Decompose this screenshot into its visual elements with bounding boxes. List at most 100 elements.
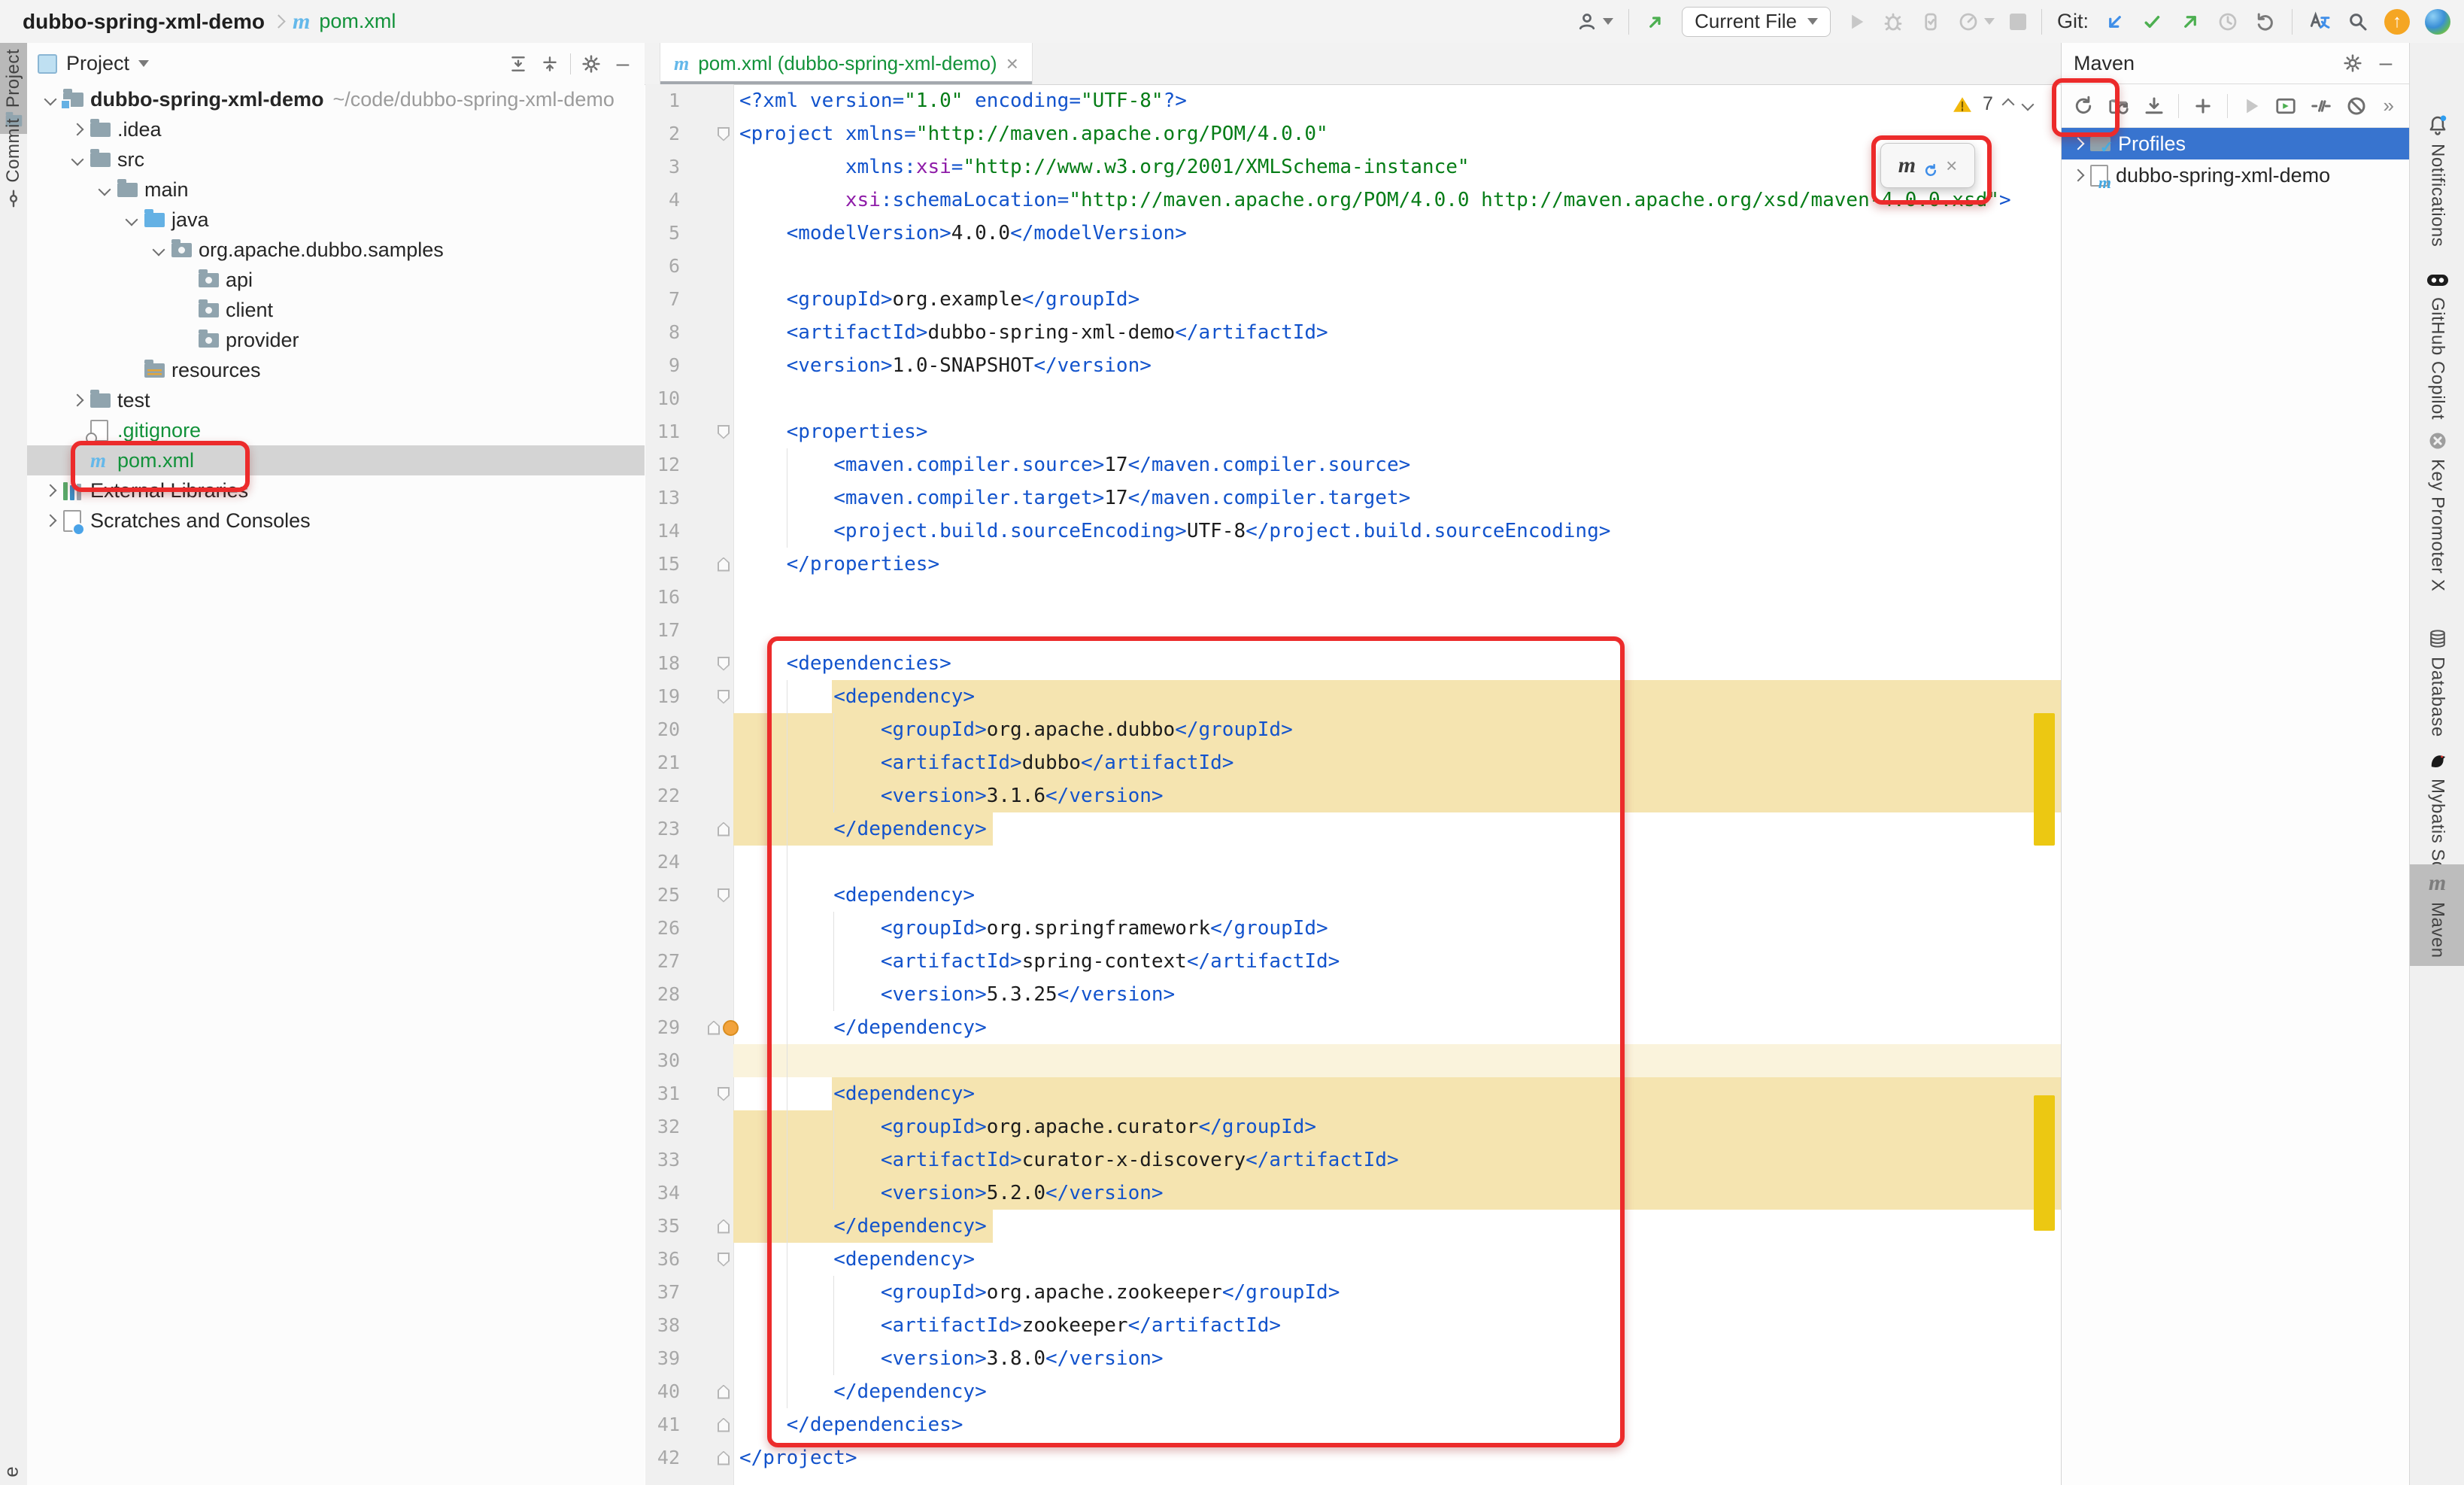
ide-sphere-icon[interactable] <box>2425 9 2450 35</box>
tree-chevron-icon[interactable] <box>68 125 87 134</box>
warning-triangle-icon[interactable] <box>1953 96 1972 114</box>
code-line-4[interactable]: 4 xsi:schemaLocation="http://maven.apach… <box>645 184 2061 217</box>
fold-end-marker-icon[interactable] <box>718 1418 730 1432</box>
tree-chevron-icon[interactable] <box>2072 138 2085 150</box>
run-configuration-select[interactable]: Current File <box>1682 7 1831 37</box>
run-button[interactable] <box>1846 11 1867 32</box>
tree-chevron-icon[interactable] <box>68 155 87 164</box>
tree-chevron-icon[interactable] <box>41 516 60 525</box>
code-line-11[interactable]: 11 <properties> <box>645 415 2061 448</box>
code-line-7[interactable]: 7 <groupId>org.example</groupId> <box>645 283 2061 316</box>
code-line-14[interactable]: 14 <project.build.sourceEncoding>UTF-8</… <box>645 515 2061 548</box>
scrollbar-change-marker[interactable] <box>2034 1095 2055 1231</box>
intention-bulb-icon[interactable] <box>723 1020 739 1036</box>
profiler-button[interactable] <box>1957 11 1995 33</box>
collapse-all-button[interactable] <box>539 53 561 75</box>
tree-item-client[interactable]: client <box>27 295 645 325</box>
tree-item-resources[interactable]: resources <box>27 355 645 385</box>
tree-item-dubbo-spring-xml-demo[interactable]: dubbo-spring-xml-demo~/code/dubbo-spring… <box>27 84 645 114</box>
project-panel-title[interactable]: Project <box>66 52 129 75</box>
build-project-button[interactable] <box>1644 11 1667 33</box>
next-warning-icon[interactable] <box>2021 98 2034 111</box>
warning-count[interactable]: 7 <box>1983 93 1993 115</box>
tree-item-java[interactable]: java <box>27 205 645 235</box>
translate-icon[interactable] <box>2308 10 2332 34</box>
fold-marker-icon[interactable] <box>718 690 730 704</box>
fold-marker-icon[interactable] <box>718 1253 730 1267</box>
fold-marker-icon[interactable] <box>718 425 730 439</box>
update-notification-icon[interactable]: ↑ <box>2384 9 2410 35</box>
stripe-button-key-promoter-x[interactable]: Key Promoter X <box>2410 423 2464 599</box>
code-line-2[interactable]: 2<project xmlns="http://maven.apache.org… <box>645 117 2061 150</box>
git-commit-button[interactable] <box>2141 11 2164 33</box>
stripe-button-notifications[interactable]: Notifications <box>2410 106 2464 254</box>
fold-end-marker-icon[interactable] <box>718 822 730 837</box>
tree-chevron-icon[interactable] <box>122 215 141 224</box>
breadcrumb-project[interactable]: dubbo-spring-xml-demo <box>23 10 265 34</box>
fold-end-marker-icon[interactable] <box>718 1219 730 1234</box>
fold-end-marker-icon[interactable] <box>718 1385 730 1399</box>
code-line-5[interactable]: 5 <modelVersion>4.0.0</modelVersion> <box>645 217 2061 250</box>
code-line-3[interactable]: 3 xmlns:xsi="http://www.w3.org/2001/XMLS… <box>645 150 2061 184</box>
tree-chevron-icon[interactable] <box>41 486 60 495</box>
maven-more-actions[interactable]: » <box>2384 94 2394 117</box>
maven-offline-mode-button[interactable] <box>2345 95 2368 117</box>
code-line-6[interactable]: 6 <box>645 250 2061 283</box>
stripe-button-github-copilot[interactable]: GitHub Copilot <box>2410 263 2464 427</box>
tree-item-scratches-and-consoles[interactable]: Scratches and Consoles <box>27 506 645 536</box>
maven-download-sources-button[interactable] <box>2143 95 2165 117</box>
run-coverage-button[interactable] <box>1919 11 1942 33</box>
stripe-button-mybatis-sql[interactable]: Mybatis Sql <box>2410 742 2464 884</box>
user-account-button[interactable] <box>1576 11 1613 33</box>
code-line-9[interactable]: 9 <version>1.0-SNAPSHOT</version> <box>645 349 2061 382</box>
project-view-caret-icon[interactable] <box>138 60 149 67</box>
git-history-button[interactable] <box>2217 11 2239 33</box>
fold-end-marker-icon[interactable] <box>718 557 730 572</box>
git-rollback-button[interactable] <box>2254 11 2277 33</box>
prev-warning-icon[interactable] <box>2001 98 2014 111</box>
code-line-13[interactable]: 13 <maven.compiler.target>17</maven.comp… <box>645 481 2061 515</box>
hide-panel-button[interactable]: – <box>611 53 634 75</box>
maven-execute-goal-button[interactable] <box>2274 95 2297 117</box>
scrollbar-change-marker[interactable] <box>2034 713 2055 846</box>
tree-item-main[interactable]: main <box>27 175 645 205</box>
stripe-button-maven[interactable]: mMaven <box>2410 864 2464 966</box>
git-update-button[interactable] <box>2104 11 2126 33</box>
search-everywhere-icon[interactable] <box>2347 11 2369 33</box>
code-line-12[interactable]: 12 <maven.compiler.source>17</maven.comp… <box>645 448 2061 481</box>
fold-marker-icon[interactable] <box>718 1087 730 1101</box>
expand-all-button[interactable] <box>507 53 530 75</box>
breadcrumb[interactable]: dubbo-spring-xml-demo m pom.xml <box>23 10 396 34</box>
project-settings-gear-icon[interactable] <box>580 53 602 75</box>
tree-chevron-icon[interactable] <box>41 95 60 104</box>
code-line-8[interactable]: 8 <artifactId>dubbo-spring-xml-demo</art… <box>645 316 2061 349</box>
tree-item-org-apache-dubbo-samples[interactable]: org.apache.dubbo.samples <box>27 235 645 265</box>
maven-item-dubbo-spring-xml-demo[interactable]: dubbo-spring-xml-demo <box>2062 159 2409 191</box>
stripe-button-database[interactable]: Database <box>2410 621 2464 745</box>
tree-chevron-icon[interactable] <box>95 185 114 194</box>
tree-item-provider[interactable]: provider <box>27 325 645 355</box>
tree-item--idea[interactable]: .idea <box>27 114 645 144</box>
fold-end-marker-icon[interactable] <box>708 1021 720 1035</box>
fold-marker-icon[interactable] <box>718 127 730 141</box>
tree-chevron-icon[interactable] <box>68 396 87 405</box>
stripe-button-commit[interactable]: Commit <box>0 112 27 214</box>
tree-item-src[interactable]: src <box>27 144 645 175</box>
tree-chevron-icon[interactable] <box>149 245 168 254</box>
code-line-15[interactable]: 15 </properties> <box>645 548 2061 581</box>
editor-tab-pom[interactable]: m pom.xml (dubbo-spring-xml-demo) × <box>660 43 1033 84</box>
maven-run-button[interactable] <box>2241 96 2262 117</box>
fold-marker-icon[interactable] <box>718 657 730 671</box>
stop-button[interactable] <box>2010 14 2026 30</box>
code-line-1[interactable]: 1<?xml version="1.0" encoding="UTF-8"?> <box>645 84 2061 117</box>
breadcrumb-file[interactable]: pom.xml <box>319 10 396 33</box>
maven-add-button[interactable] <box>2192 95 2214 117</box>
git-push-button[interactable] <box>2179 11 2202 33</box>
maven-settings-gear-icon[interactable] <box>2341 52 2364 74</box>
maven-skip-tests-button[interactable] <box>2310 95 2332 117</box>
tree-chevron-icon[interactable] <box>2072 169 2085 182</box>
hide-maven-panel-button[interactable]: – <box>2374 52 2397 74</box>
fold-marker-icon[interactable] <box>718 888 730 903</box>
fold-end-marker-icon[interactable] <box>718 1451 730 1465</box>
tree-item-api[interactable]: api <box>27 265 645 295</box>
